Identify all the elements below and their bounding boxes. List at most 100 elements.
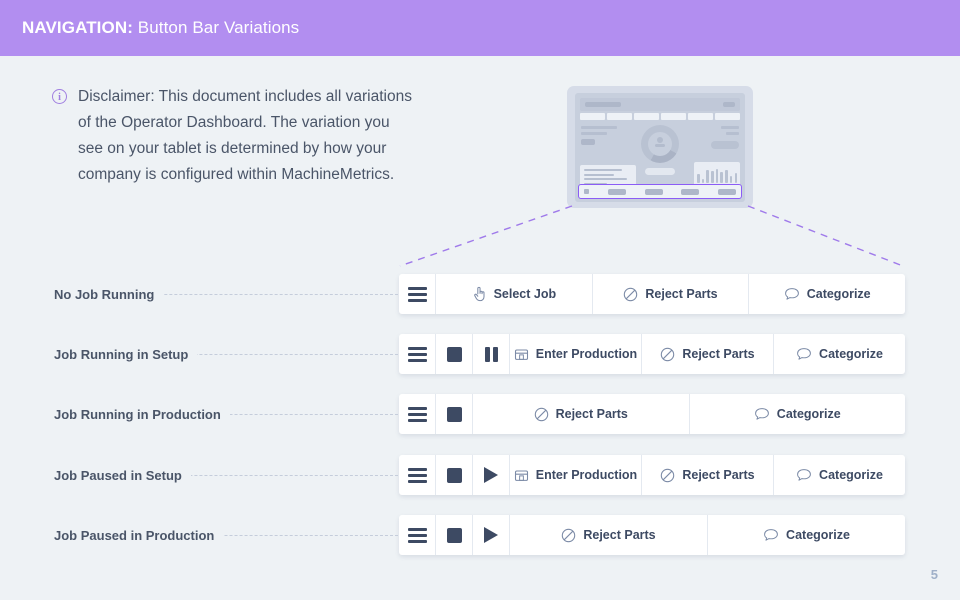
tablet-center-status-pill bbox=[645, 168, 675, 175]
button-label: Enter Production bbox=[535, 468, 638, 482]
tablet-bottombar-button bbox=[681, 188, 700, 195]
pause-button[interactable] bbox=[473, 334, 510, 374]
tablet-card-line bbox=[584, 173, 614, 176]
tablet-right-text-placeholders bbox=[711, 126, 739, 149]
menu-button[interactable] bbox=[399, 334, 436, 374]
tablet-bottom-button-bar-highlight bbox=[578, 184, 742, 199]
page-number: 5 bbox=[930, 567, 938, 582]
button-label: Reject Parts bbox=[645, 287, 718, 301]
hamburger-menu-icon bbox=[407, 406, 427, 422]
prohibition-icon bbox=[534, 407, 548, 421]
tablet-chart-bar bbox=[729, 176, 733, 183]
tablet-chart-bar bbox=[725, 170, 728, 183]
tablet-bottombar-button bbox=[607, 188, 626, 195]
button-label: Select Job bbox=[493, 287, 557, 301]
tablet-topbar-action-placeholder bbox=[723, 102, 735, 107]
tablet-text-line bbox=[721, 126, 739, 129]
tablet-bottombar-menu-icon bbox=[584, 189, 589, 194]
save-box-icon bbox=[514, 469, 528, 481]
tablet-topbar-title-placeholder bbox=[585, 102, 621, 107]
tablet-tab bbox=[580, 113, 605, 120]
stop-button[interactable] bbox=[436, 515, 473, 555]
enter-production-button[interactable]: Enter Production bbox=[510, 334, 642, 374]
speech-bubble-icon bbox=[797, 348, 811, 360]
hamburger-menu-icon bbox=[407, 527, 427, 543]
tablet-pill-button bbox=[711, 141, 739, 149]
connector-line-left bbox=[399, 205, 573, 267]
stop-button[interactable] bbox=[436, 455, 473, 495]
operator-dashboard-tablet-mockup bbox=[567, 86, 753, 208]
menu-button[interactable] bbox=[399, 455, 436, 495]
categorize-button[interactable]: Categorize bbox=[749, 274, 905, 314]
row-label: Job Running in Production bbox=[54, 406, 230, 422]
play-button[interactable] bbox=[473, 515, 510, 555]
button-bar: Select Job Reject Parts Categorize bbox=[399, 274, 905, 314]
button-label: Reject Parts bbox=[555, 407, 628, 421]
prohibition-icon bbox=[562, 528, 576, 542]
button-label: Reject Parts bbox=[682, 347, 755, 361]
tablet-bottombar-button bbox=[718, 188, 736, 195]
categorize-button[interactable]: Categorize bbox=[774, 334, 905, 374]
menu-button[interactable] bbox=[399, 515, 436, 555]
tablet-left-text-placeholders bbox=[581, 126, 617, 145]
button-label: Categorize bbox=[819, 468, 883, 482]
tablet-tab bbox=[607, 113, 632, 120]
categorize-button[interactable]: Categorize bbox=[774, 455, 905, 495]
tablet-operator-avatar-icon bbox=[655, 137, 665, 147]
button-label: Categorize bbox=[776, 407, 841, 421]
tablet-chart-bar bbox=[701, 179, 705, 183]
tablet-bar-chart bbox=[694, 162, 740, 186]
reject-parts-button[interactable]: Reject Parts bbox=[593, 274, 750, 314]
menu-button[interactable] bbox=[399, 394, 436, 434]
stop-button[interactable] bbox=[436, 334, 473, 374]
reject-parts-button[interactable]: Reject Parts bbox=[473, 394, 690, 434]
hamburger-menu-icon bbox=[407, 467, 427, 483]
categorize-button[interactable]: Categorize bbox=[690, 394, 906, 434]
speech-bubble-icon bbox=[797, 469, 811, 481]
tablet-card-line bbox=[584, 178, 628, 180]
tablet-screen bbox=[575, 93, 745, 202]
prohibition-icon bbox=[661, 347, 675, 361]
pause-bars-icon bbox=[484, 346, 498, 362]
page-title: NAVIGATION: Button Bar Variations bbox=[22, 18, 299, 38]
select-job-button[interactable]: Select Job bbox=[436, 274, 593, 314]
tablet-chart-bar bbox=[720, 172, 723, 183]
stop-square-icon bbox=[446, 467, 462, 483]
row-label: Job Paused in Production bbox=[54, 527, 224, 543]
tablet-bottombar-button bbox=[644, 188, 663, 195]
speech-bubble-icon bbox=[764, 529, 778, 541]
reject-parts-button[interactable]: Reject Parts bbox=[510, 515, 708, 555]
row-label: No Job Running bbox=[54, 286, 164, 302]
button-bar-variation-row: Job Running in Setup Enter Production Reje… bbox=[0, 334, 960, 374]
tablet-tab-strip bbox=[580, 113, 740, 120]
row-label: Job Running in Setup bbox=[54, 346, 198, 362]
play-button[interactable] bbox=[473, 455, 510, 495]
tablet-text-line bbox=[726, 132, 739, 135]
button-bar: Enter Production Reject Parts Categorize bbox=[399, 334, 905, 374]
tablet-tab bbox=[634, 113, 659, 120]
play-triangle-icon bbox=[484, 467, 498, 483]
tablet-chart-bar bbox=[697, 174, 700, 183]
reject-parts-button[interactable]: Reject Parts bbox=[642, 334, 774, 374]
categorize-button[interactable]: Categorize bbox=[708, 515, 905, 555]
save-box-icon bbox=[514, 348, 528, 360]
speech-bubble-icon bbox=[784, 288, 799, 300]
reject-parts-button[interactable]: Reject Parts bbox=[642, 455, 774, 495]
button-bar-variation-row: Job Paused in Production Reject Parts Cate… bbox=[0, 515, 960, 555]
tablet-chart-bar bbox=[711, 171, 714, 183]
hamburger-menu-icon bbox=[407, 346, 427, 362]
button-label: Categorize bbox=[819, 347, 883, 361]
stop-button[interactable] bbox=[436, 394, 473, 434]
button-bar-variation-row: Job Running in Production Reject Parts Cat… bbox=[0, 394, 960, 434]
enter-production-button[interactable]: Enter Production bbox=[510, 455, 642, 495]
tablet-tab bbox=[688, 113, 713, 120]
page-title-label: NAVIGATION: bbox=[22, 18, 133, 37]
prohibition-icon bbox=[624, 287, 638, 301]
menu-button[interactable] bbox=[399, 274, 436, 314]
button-bar: Reject Parts Categorize bbox=[399, 515, 905, 555]
info-circle-icon: i bbox=[52, 89, 67, 104]
play-triangle-icon bbox=[484, 527, 498, 543]
stop-square-icon bbox=[446, 527, 462, 543]
button-bar-variation-row: No Job Running Select Job Reject Parts Cate… bbox=[0, 274, 960, 314]
stop-square-icon bbox=[446, 406, 462, 422]
